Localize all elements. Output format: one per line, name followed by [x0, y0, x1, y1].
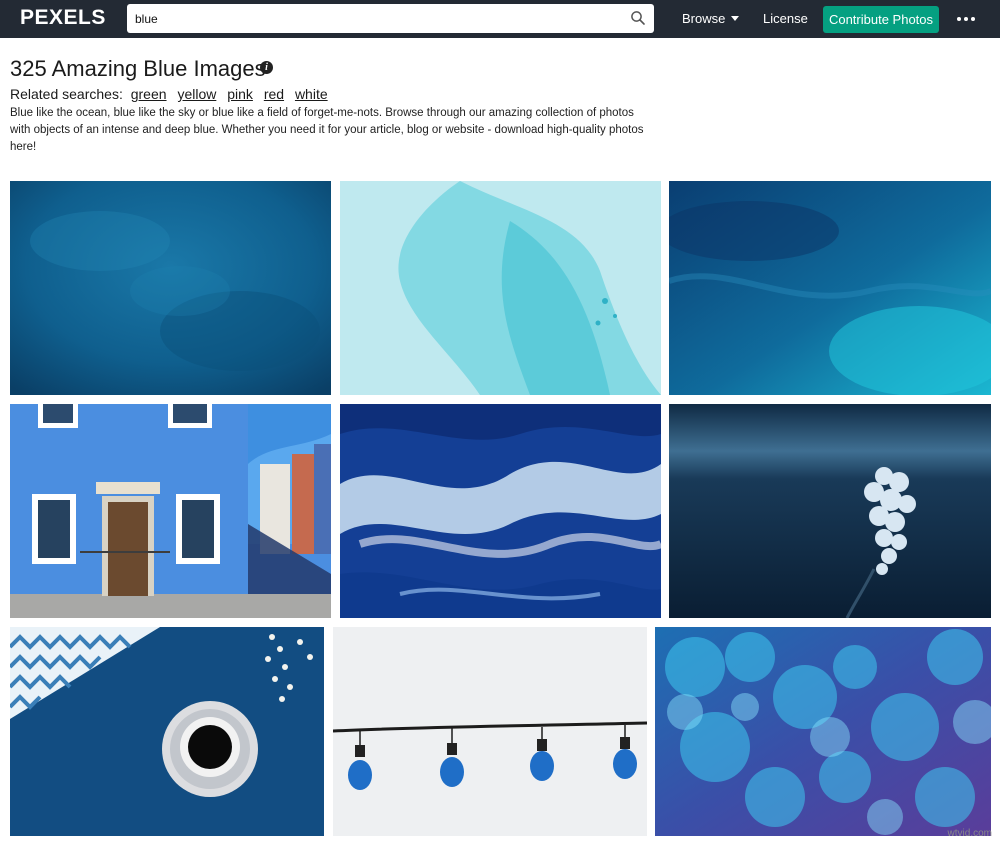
photo-ocean-waves[interactable] — [340, 404, 661, 618]
page-title: 325 Amazing Blue Images — [10, 56, 266, 81]
photo-underwater-blue[interactable] — [669, 181, 991, 395]
info-icon[interactable]: i — [260, 61, 273, 74]
photo-hyacinth-flower[interactable] — [669, 404, 991, 618]
related-link-yellow[interactable]: yellow — [177, 86, 216, 102]
license-link[interactable]: License — [763, 11, 808, 26]
related-link-red[interactable]: red — [264, 86, 284, 102]
photo-blue-house[interactable] — [10, 404, 331, 618]
search-box[interactable] — [127, 4, 654, 33]
photo-coffee-cup[interactable] — [10, 627, 324, 836]
photo-blue-texture[interactable] — [10, 181, 331, 395]
pexels-logo[interactable]: PEXELS — [20, 6, 106, 30]
ellipsis-icon[interactable] — [956, 10, 976, 28]
page-description: Blue like the ocean, blue like the sky o… — [10, 107, 644, 153]
top-navigation-bar: PEXELS Browse License Contribute Photos — [0, 0, 1000, 38]
related-link-pink[interactable]: pink — [227, 86, 253, 102]
related-searches-label: Related searches: — [10, 86, 123, 102]
caret-down-icon — [731, 16, 740, 21]
photo-blue-bokeh[interactable] — [655, 627, 991, 836]
related-link-green[interactable]: green — [131, 86, 167, 102]
photo-light-bulbs[interactable] — [333, 627, 647, 836]
related-searches: Related searches: green yellow pink red … — [10, 86, 328, 102]
watermark-text: wtvid.com — [947, 828, 992, 839]
browse-menu-button[interactable]: Browse — [682, 11, 740, 26]
search-icon[interactable] — [630, 10, 646, 26]
related-link-white[interactable]: white — [295, 86, 328, 102]
search-input[interactable] — [135, 4, 625, 33]
contribute-photos-button[interactable]: Contribute Photos — [823, 6, 939, 33]
browse-label: Browse — [682, 11, 726, 26]
photo-aqua-watercolor[interactable] — [340, 181, 661, 395]
